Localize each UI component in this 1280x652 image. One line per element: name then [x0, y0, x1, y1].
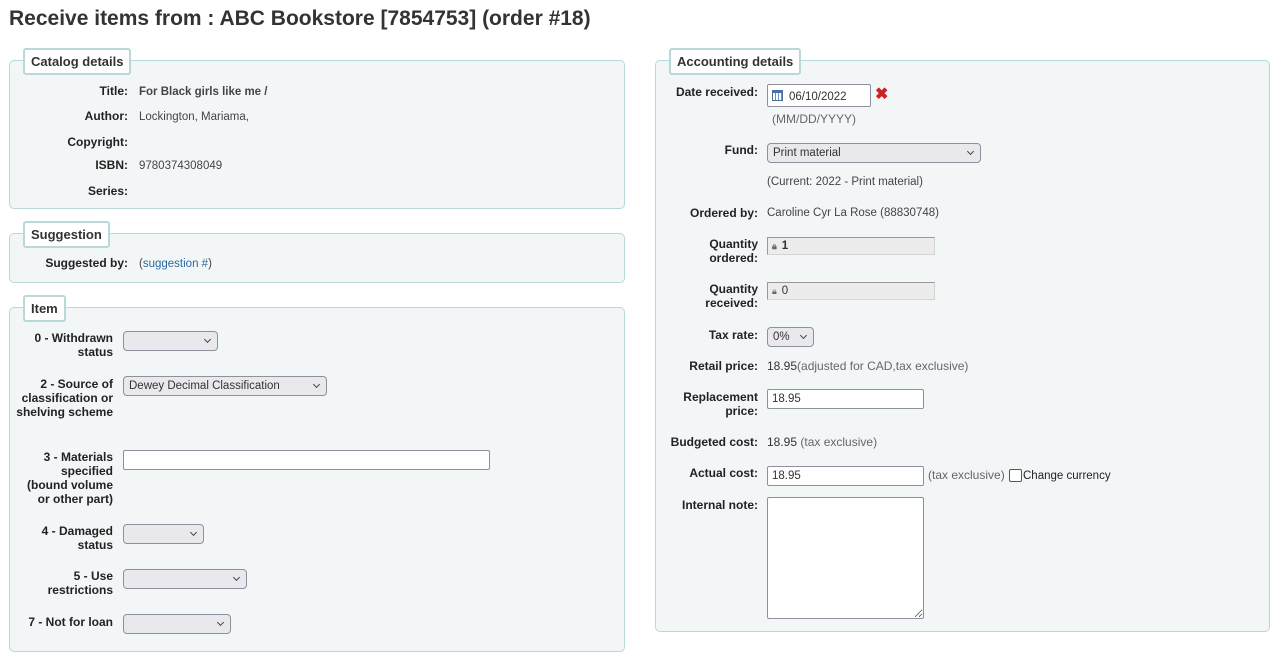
- budgeted-cost-note: (tax exclusive): [800, 435, 878, 449]
- replacement-price-label: Replacement price:: [683, 390, 758, 418]
- actual-cost-note: (tax exclusive): [928, 468, 1005, 482]
- chevron-down-icon: [216, 618, 225, 627]
- withdrawn-status-label: 0 - Withdrawn status: [34, 331, 113, 359]
- catalog-details-legend: Catalog details: [23, 48, 132, 75]
- retail-price-value: 18.95(adjusted for CAD,tax exclusive): [767, 359, 968, 373]
- fund-select[interactable]: Print material: [767, 143, 981, 163]
- retail-price-label: Retail price:: [689, 359, 758, 373]
- isbn-value: 9780374308049: [139, 160, 223, 172]
- materials-specified-input[interactable]: [123, 450, 490, 470]
- source-classification-value: Dewey Decimal Classification: [129, 380, 280, 392]
- chevron-down-icon: [799, 331, 808, 340]
- not-for-loan-select[interactable]: [123, 614, 231, 634]
- budgeted-cost-label: Budgeted cost:: [670, 435, 758, 449]
- title-label: Title:: [99, 84, 128, 98]
- title-value: For Black girls like me /: [139, 86, 268, 98]
- suggestion-link[interactable]: suggestion #: [143, 258, 208, 270]
- lock-icon: 🔒︎: [772, 241, 777, 251]
- item-legend: Item: [23, 295, 66, 322]
- quantity-ordered-label: Quantity ordered:: [709, 237, 758, 265]
- date-received-label: Date received:: [675, 85, 758, 99]
- suggested-by-label: Suggested by:: [45, 256, 128, 270]
- accounting-details-legend: Accounting details: [669, 48, 802, 75]
- catalog-details-fieldset: Catalog details Title: For Black girls l…: [9, 48, 625, 209]
- use-restrictions-select[interactable]: [123, 569, 247, 589]
- date-format-hint: (MM/DD/YYYY): [772, 112, 856, 126]
- tax-rate-value: 0%: [773, 331, 790, 343]
- damaged-status-label: 4 - Damaged status: [41, 524, 113, 552]
- quantity-ordered-field: 🔒︎ 1: [767, 237, 935, 255]
- suggestion-legend: Suggestion: [23, 221, 110, 248]
- internal-note-label: Internal note:: [681, 498, 758, 512]
- ordered-by-value: Caroline Cyr La Rose (88830748): [767, 207, 939, 219]
- clear-date-icon[interactable]: ✖: [875, 87, 888, 103]
- quantity-received-field: 🔒︎ 0: [767, 282, 935, 300]
- item-fieldset: Item 0 - Withdrawn status 2 - Source of …: [9, 295, 625, 652]
- budgeted-cost-amount: 18.95: [767, 435, 798, 449]
- date-received-input[interactable]: 06/10/2022: [767, 84, 871, 107]
- page-title: Receive items from : ABC Bookstore [7854…: [9, 7, 591, 30]
- not-for-loan-label: 7 - Not for loan: [28, 615, 113, 629]
- replacement-price-input[interactable]: 18.95: [767, 389, 924, 409]
- author-label: Author:: [84, 109, 128, 123]
- isbn-label: ISBN:: [95, 158, 128, 172]
- accounting-details-fieldset: Accounting details Date received: 06/10/…: [655, 48, 1270, 632]
- fund-label: Fund:: [724, 143, 758, 157]
- damaged-status-select[interactable]: [123, 524, 204, 544]
- suggested-by-value: (suggestion #): [139, 257, 212, 271]
- author-value: Lockington, Mariama,: [139, 111, 249, 123]
- chevron-down-icon: [189, 528, 198, 537]
- paren-close: ): [208, 258, 212, 270]
- retail-price-amount: 18.95: [767, 359, 798, 373]
- retail-price-note: (adjusted for CAD,tax exclusive): [797, 359, 969, 373]
- ordered-by-label: Ordered by:: [689, 206, 758, 220]
- suggestion-fieldset: Suggestion Suggested by: (suggestion #): [9, 221, 625, 283]
- change-currency[interactable]: Change currency: [1009, 469, 1111, 483]
- withdrawn-status-select[interactable]: [123, 331, 218, 351]
- source-classification-select[interactable]: Dewey Decimal Classification: [123, 376, 327, 396]
- quantity-ordered-value: 1: [781, 240, 789, 252]
- actual-cost-label: Actual cost:: [689, 466, 758, 480]
- calendar-icon[interactable]: [772, 90, 783, 101]
- chevron-down-icon: [966, 147, 975, 156]
- lock-icon: 🔒︎: [772, 286, 777, 296]
- change-currency-checkbox[interactable]: [1009, 469, 1022, 482]
- use-restrictions-label: 5 - Use restrictions: [47, 569, 113, 597]
- tax-rate-label: Tax rate:: [708, 328, 758, 342]
- chevron-down-icon: [232, 573, 241, 582]
- chevron-down-icon: [203, 335, 212, 344]
- quantity-received-label: Quantity received:: [705, 282, 758, 310]
- change-currency-label: Change currency: [1023, 470, 1111, 482]
- date-received-value: 06/10/2022: [789, 91, 847, 103]
- budgeted-cost-value: 18.95 (tax exclusive): [767, 435, 877, 449]
- quantity-received-value: 0: [781, 285, 789, 297]
- fund-value: Print material: [773, 147, 841, 159]
- chevron-down-icon: [312, 380, 321, 389]
- source-classification-label: 2 - Source of classification or shelving…: [16, 377, 113, 419]
- copyright-label: Copyright:: [67, 135, 128, 149]
- materials-specified-label: 3 - Materials specified (bound volume or…: [27, 450, 113, 506]
- fund-current: (Current: 2022 - Print material): [767, 176, 923, 188]
- tax-rate-select[interactable]: 0%: [767, 327, 814, 347]
- internal-note-textarea[interactable]: [767, 497, 924, 619]
- series-label: Series:: [87, 184, 128, 198]
- actual-cost-input[interactable]: 18.95: [767, 466, 924, 486]
